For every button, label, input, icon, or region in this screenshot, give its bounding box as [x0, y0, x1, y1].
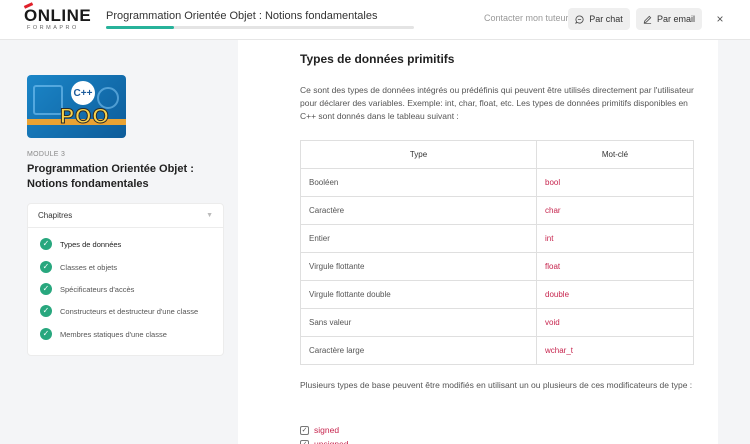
list-item: ✓ unsigned	[300, 438, 349, 444]
table-row: Sans valeur void	[300, 308, 694, 337]
table-row: Virgule flottante float	[300, 252, 694, 281]
keyword-cell: bool	[536, 168, 694, 197]
intro-paragraph: Ce sont des types de données intégrés ou…	[300, 85, 694, 121]
check-icon: ✓	[40, 328, 52, 340]
type-cell: Caractère	[300, 196, 537, 225]
keyword-cell: wchar_t	[536, 336, 694, 365]
pencil-icon	[643, 15, 652, 24]
module-title: Programmation Orientée Objet : Notions f…	[27, 163, 194, 190]
module-thumbnail: C++ POO	[27, 75, 126, 138]
thumbnail-decoration	[33, 85, 63, 115]
lesson-content: Types de données primitifs Ce sont des t…	[238, 40, 718, 444]
chevron-down-icon: ▼	[206, 212, 213, 219]
modifier-keyword: unsigned	[314, 439, 349, 444]
type-cell: Virgule flottante double	[300, 280, 537, 309]
chapter-item[interactable]: ✓ Classes et objets	[40, 260, 117, 274]
logo-main-text: ONLINE	[24, 6, 92, 25]
chapter-label: Types de données	[60, 239, 122, 249]
chapter-item[interactable]: ✓ Spécificateurs d'accès	[40, 282, 134, 296]
course-progress-fill	[106, 26, 174, 29]
chapters-label: Chapitres	[38, 211, 73, 220]
module-label: MODULE 3	[27, 151, 66, 158]
modifiers-paragraph: Plusieurs types de base peuvent être mod…	[300, 380, 693, 390]
contact-tutor-label: Contacter mon tuteur :	[484, 13, 574, 23]
close-button[interactable]: ×	[710, 9, 730, 29]
table-row: Entier int	[300, 224, 694, 253]
chapter-label: Classes et objets	[60, 262, 118, 272]
chapter-item[interactable]: ✓ Membres statiques d'une classe	[40, 327, 167, 341]
type-cell: Caractère large	[300, 336, 537, 365]
chapter-label: Constructeurs et destructeur d'une class…	[60, 306, 199, 316]
chapters-header[interactable]: Chapitres ▼	[28, 204, 223, 228]
check-icon: ✓	[40, 305, 52, 317]
column-header-keyword: Mot-clé	[536, 140, 694, 169]
chapter-label: Membres statiques d'une classe	[60, 329, 167, 339]
chat-bubble-icon	[575, 14, 584, 24]
top-bar: ONLINE FORMAPRO Programmation Orientée O…	[0, 0, 750, 40]
keyword-cell: double	[536, 280, 694, 309]
email-button-label: Par email	[656, 14, 695, 24]
keyword-cell: int	[536, 224, 694, 253]
chat-button[interactable]: Par chat	[568, 8, 630, 30]
checkbox-icon: ✓	[300, 425, 309, 435]
table-row: Booléen bool	[300, 168, 694, 197]
chapters-panel: Chapitres ▼ ✓ Types de données ✓ Classes…	[27, 203, 224, 356]
course-title: Programmation Orientée Objet : Notions f…	[106, 10, 378, 22]
email-button[interactable]: Par email	[636, 8, 702, 30]
thumbnail-text: POO	[60, 105, 110, 129]
type-cell: Booléen	[300, 168, 537, 197]
chapter-item[interactable]: ✓ Types de données	[40, 237, 121, 251]
course-progress-bar	[106, 26, 414, 29]
table-row: Caractère large wchar_t	[300, 336, 694, 365]
table-row: Virgule flottante double double	[300, 280, 694, 309]
check-icon: ✓	[40, 238, 52, 250]
column-header-type: Type	[300, 140, 537, 169]
type-cell: Sans valeur	[300, 308, 537, 337]
keyword-cell: void	[536, 308, 694, 337]
check-icon: ✓	[40, 261, 52, 273]
primitive-types-table: Type Mot-clé Booléen bool Caractère char E…	[300, 140, 694, 365]
close-icon: ×	[716, 12, 724, 26]
section-title: Types de données primitifs	[300, 52, 455, 66]
type-cell: Virgule flottante	[300, 252, 537, 281]
chat-button-label: Par chat	[589, 14, 623, 24]
keyword-cell: float	[536, 252, 694, 281]
table-row: Caractère char	[300, 196, 694, 225]
cpp-badge: C++	[71, 81, 95, 105]
chapter-label: Spécificateurs d'accès	[60, 284, 135, 294]
check-icon: ✓	[40, 283, 52, 295]
chapter-item[interactable]: ✓ Constructeurs et destructeur d'une cla…	[40, 304, 198, 318]
list-item: ✓ signed	[300, 424, 339, 436]
modifier-keyword: signed	[314, 425, 340, 435]
keyword-cell: char	[536, 196, 694, 225]
logo[interactable]: ONLINE FORMAPRO	[23, 2, 92, 34]
type-cell: Entier	[300, 224, 537, 253]
checkbox-icon: ✓	[300, 439, 309, 444]
table-header-row: Type Mot-clé	[300, 140, 694, 169]
logo-sub-text: FORMAPRO	[27, 25, 79, 31]
